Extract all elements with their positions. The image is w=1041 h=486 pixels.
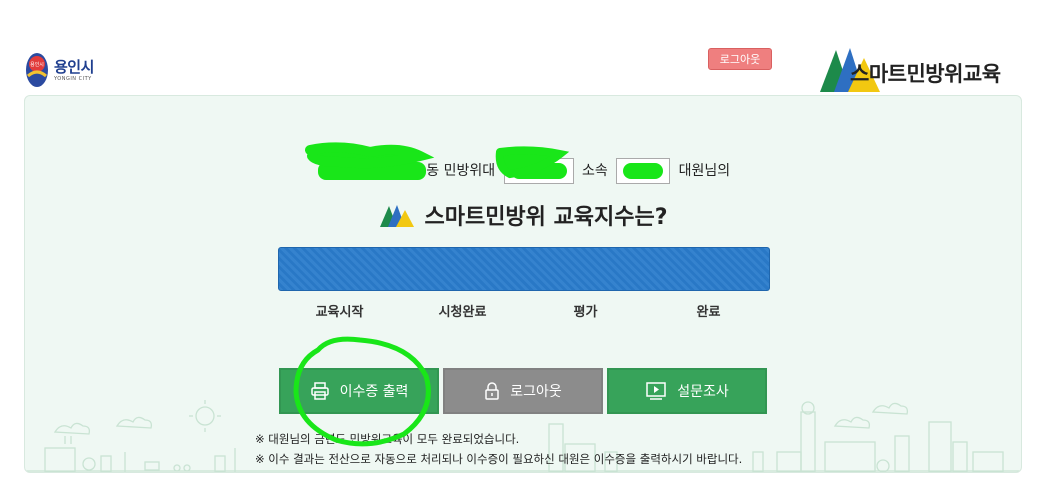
city-logo: 용인시 용인시 YONGIN CITY [24,50,116,90]
print-certificate-button[interactable]: 이수증 출력 [279,368,439,414]
progress-bar [278,247,770,291]
redacted-name [317,162,426,180]
notice-list: ※ 대원님의 금년도 민방위교육이 모두 완료되었습니다. ※ 이수 결과는 전… [255,429,742,469]
print-certificate-label: 이수증 출력 [339,384,409,400]
survey-label: 설문조사 [677,384,729,400]
top-logout-button[interactable]: 로그아웃 [708,48,772,70]
action-buttons: 이수증 출력 로그아웃 설문조사 [279,368,767,414]
progress-steps: 교육시작 시청완료 평가 완료 [278,301,770,320]
notice-item: ※ 대원님의 금년도 민방위교육이 모두 완료되었습니다. [255,432,520,446]
printer-icon [310,382,329,400]
city-emblem-icon: 용인시 [26,53,48,87]
step-label: 완료 [696,305,721,320]
brand-logo: 스마트민방위교육 [820,42,1001,92]
progress-fill [279,248,769,290]
logout-label: 로그아웃 [510,384,562,400]
greeting-affiliation: 소속 [582,163,608,179]
index-title-text: 스마트민방위 교육지수는? [424,205,668,230]
city-subtitle: YONGIN CITY [54,76,92,82]
svg-text:용인시: 용인시 [30,61,44,68]
monitor-play-icon [646,382,666,400]
step-label: 시청완료 [438,305,487,320]
index-title: 스마트민방위 교육지수는? [25,199,1021,231]
survey-button[interactable]: 설문조사 [607,368,767,414]
main-panel: 동 민방위대 소속 대원님의 스마트민방위 교육지수는? 교육시작 시청완료 평… [24,95,1022,473]
greeting-suffix: 대원님의 [678,163,731,179]
greeting-line: 동 민방위대 소속 대원님의 [25,158,1021,184]
step-label: 교육시작 [315,305,364,320]
lock-icon [485,382,499,400]
logout-button[interactable]: 로그아웃 [443,368,603,414]
brand-title: 스마트민방위교육 [850,62,1001,86]
brand-mountains-icon [380,205,415,227]
greeting-box-right [616,158,671,184]
city-name: 용인시 [54,58,94,76]
greeting-box-left [503,158,574,184]
greeting-unit: 동 민방위대 [426,163,496,179]
step-label: 평가 [573,305,598,320]
notice-item: ※ 이수 결과는 전산으로 자동으로 처리되나 이수증이 필요하신 대원은 이수… [255,452,743,466]
